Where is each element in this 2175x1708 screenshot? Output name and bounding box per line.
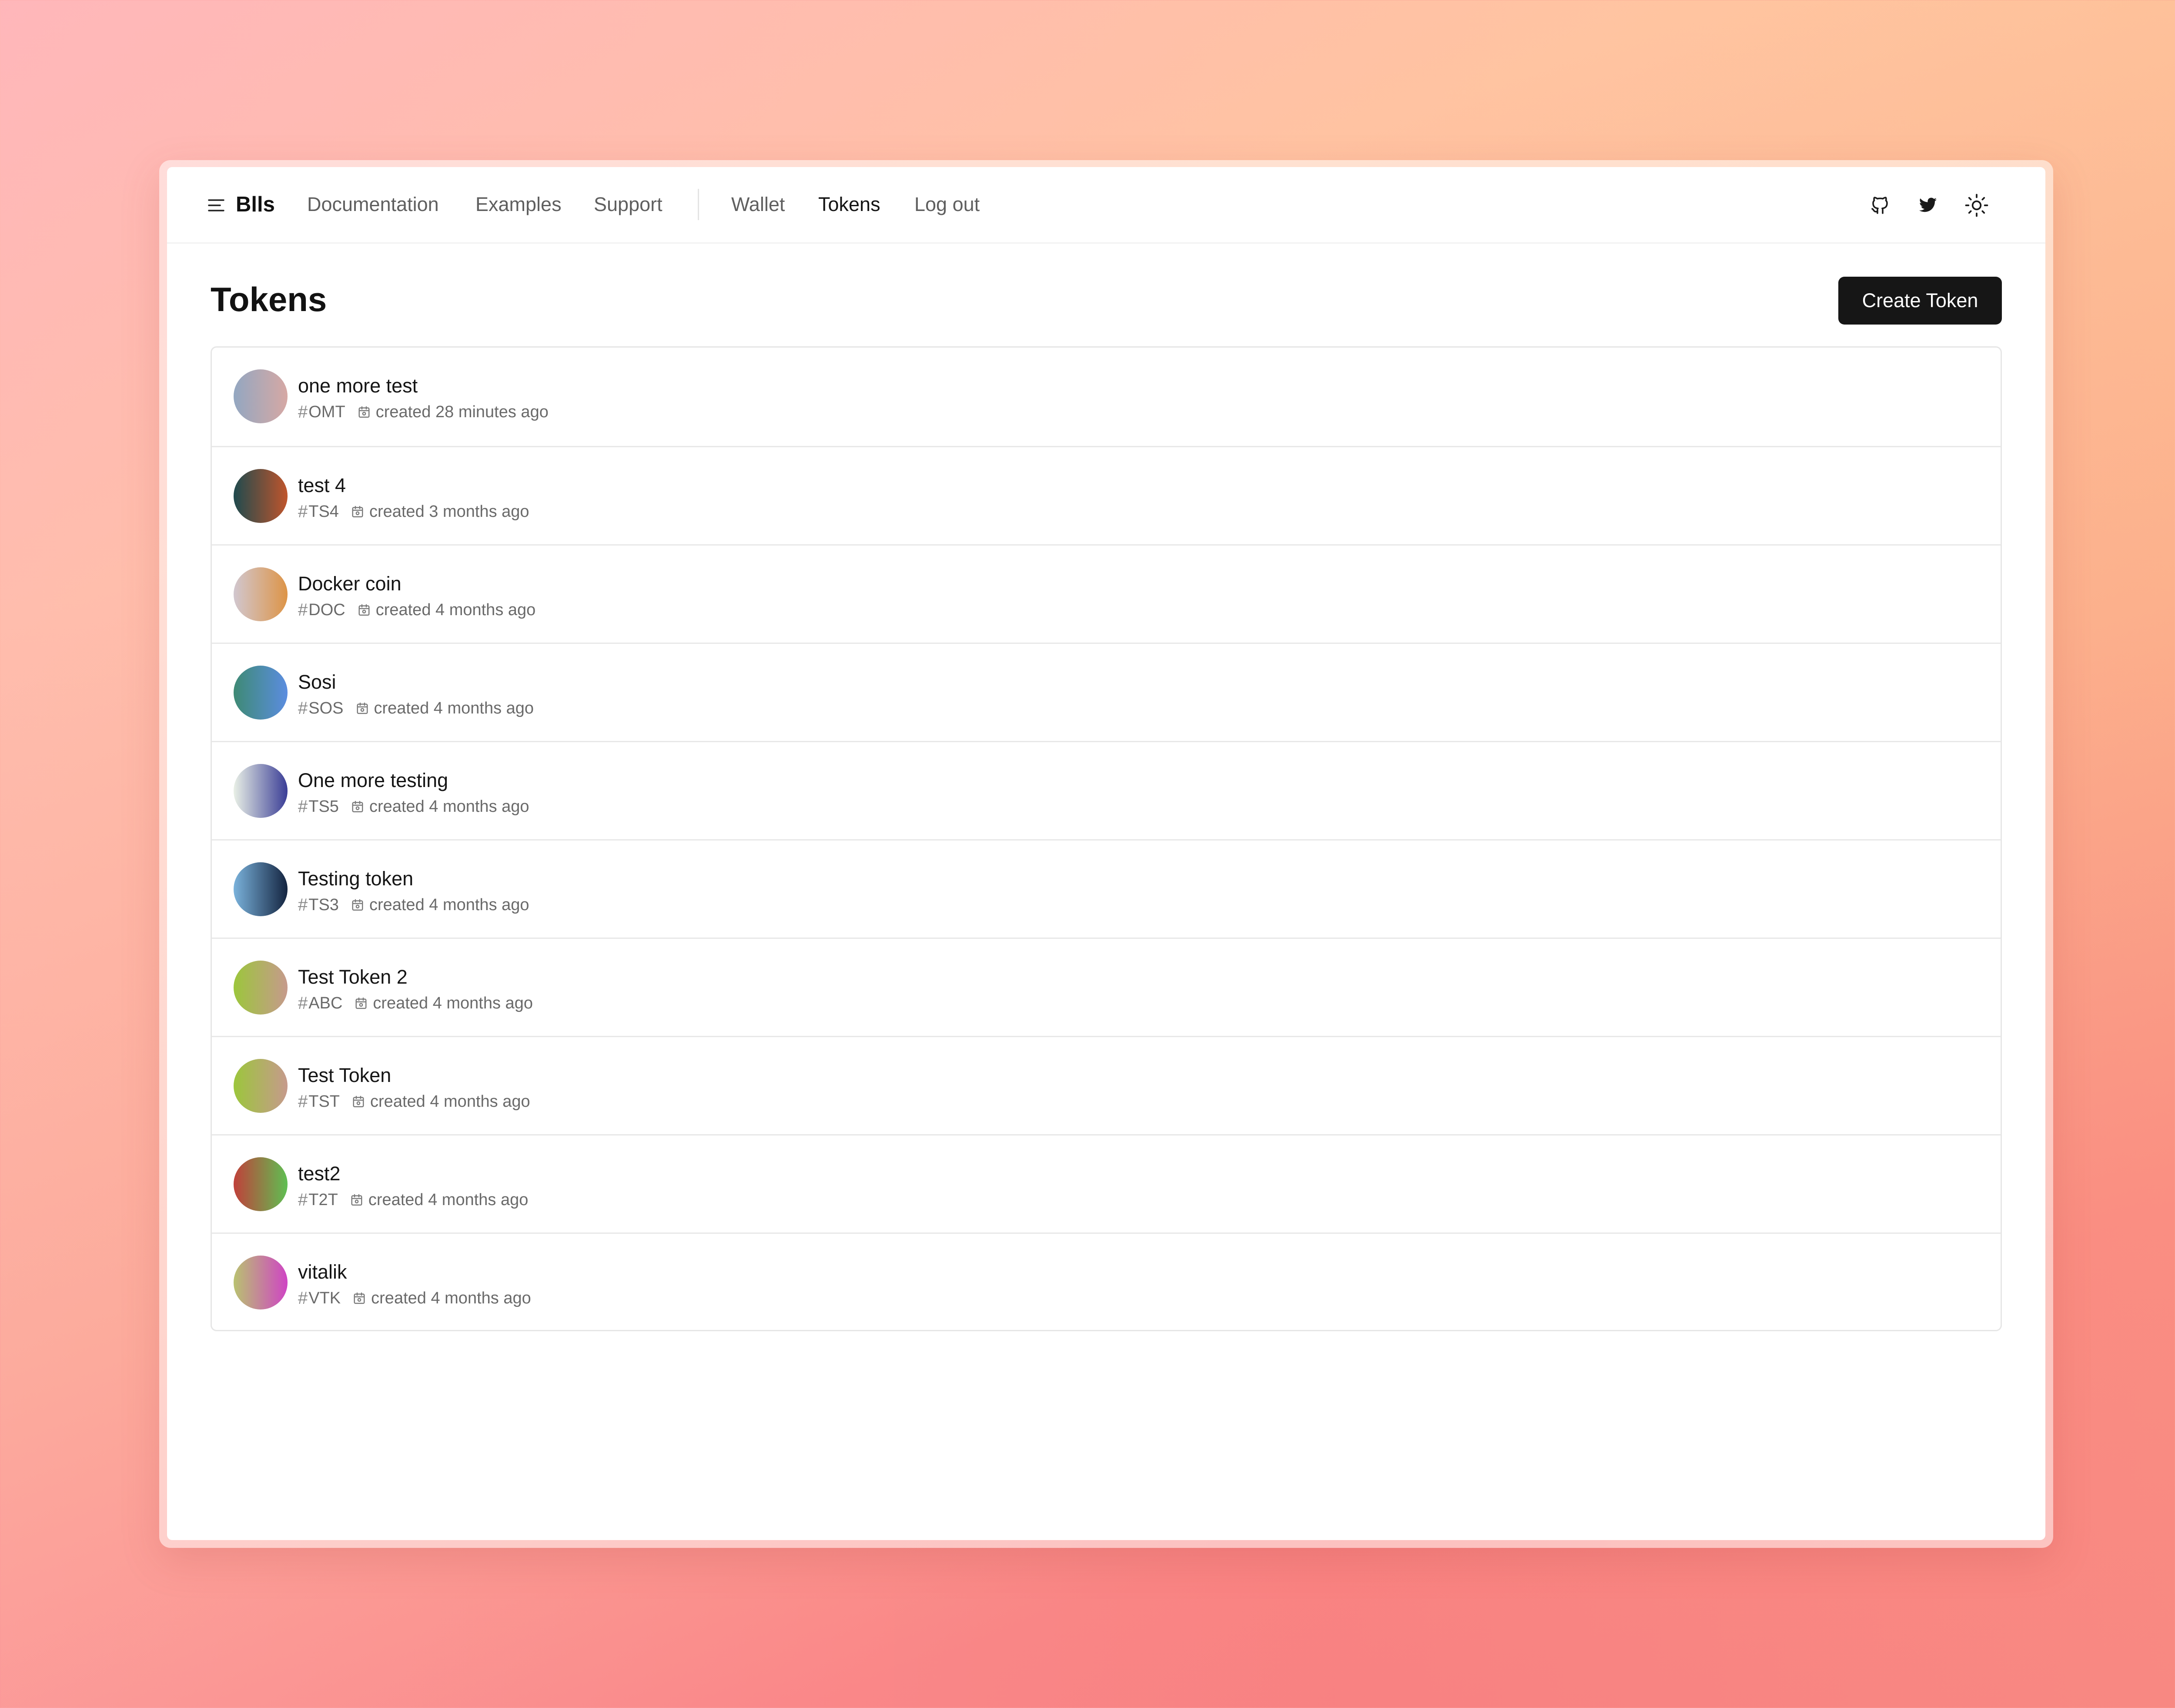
token-meta: # TST created 4 months ago (298, 1091, 530, 1112)
token-created: created 4 months ago (370, 1092, 530, 1111)
hash-icon: # (298, 402, 308, 422)
token-symbol: ABC (308, 994, 343, 1012)
token-row[interactable]: Testing token # TS3 created 4 months ago (212, 839, 2001, 938)
hash-icon: # (298, 502, 308, 521)
token-name: Test Token 2 (298, 966, 408, 988)
calendar-icon (352, 1095, 365, 1108)
token-name: Test Token (298, 1064, 392, 1086)
token-meta: # TS5 created 4 months ago (298, 796, 529, 817)
nav-log-out[interactable]: Log out (914, 191, 980, 218)
nav-examples[interactable]: Examples (475, 191, 562, 218)
token-row[interactable]: Test Token 2 # ABC created 4 months ago (212, 938, 2001, 1036)
hash-icon: # (298, 797, 308, 816)
hash-icon: # (298, 698, 308, 718)
token-avatar (234, 1256, 288, 1309)
token-symbol: TS5 (308, 797, 339, 816)
token-meta: # OMT created 28 minutes ago (298, 402, 549, 422)
token-row[interactable]: Docker coin # DOC created 4 months ago (212, 544, 2001, 643)
token-created: created 28 minutes ago (375, 402, 549, 421)
hash-icon: # (298, 1288, 308, 1308)
token-name: Sosi (298, 671, 336, 693)
token-meta: # DOC created 4 months ago (298, 599, 535, 620)
token-avatar (234, 469, 288, 523)
token-avatar (234, 764, 288, 818)
token-symbol: DOC (308, 600, 345, 619)
token-meta: # ABC created 4 months ago (298, 993, 533, 1014)
nav-divider (698, 189, 699, 220)
nav-wallet[interactable]: Wallet (731, 191, 785, 218)
nav-support[interactable]: Support (594, 191, 663, 218)
token-avatar (234, 1157, 288, 1211)
token-name: One more testing (298, 769, 448, 791)
token-created: created 4 months ago (373, 994, 533, 1012)
token-avatar (234, 666, 288, 720)
calendar-icon (351, 898, 364, 911)
token-symbol: T2T (308, 1190, 338, 1209)
token-row[interactable]: one more test # OMT created 28 minutes ago (212, 348, 2001, 446)
hash-icon: # (298, 993, 308, 1013)
calendar-icon (358, 405, 371, 419)
token-meta: # VTK created 4 months ago (298, 1288, 531, 1309)
token-created: created 4 months ago (369, 797, 529, 816)
token-avatar (234, 567, 288, 621)
token-symbol: SOS (308, 699, 344, 717)
token-row[interactable]: One more testing # TS5 created 4 months ago (212, 741, 2001, 839)
calendar-icon (351, 800, 364, 813)
token-name: test 4 (298, 474, 346, 496)
token-row[interactable]: Sosi # SOS created 4 months ago (212, 643, 2001, 741)
github-icon[interactable] (1867, 192, 1893, 218)
token-avatar (234, 369, 288, 423)
hash-icon: # (298, 1092, 308, 1111)
token-row[interactable]: Test Token # TST created 4 months ago (212, 1036, 2001, 1134)
app-window: Blls Documentation Examples Support Wall… (167, 167, 2045, 1540)
token-created: created 4 months ago (371, 1289, 531, 1307)
calendar-icon (353, 1292, 366, 1305)
menu-icon[interactable] (208, 197, 225, 214)
token-symbol: TS4 (308, 502, 339, 521)
token-created: created 4 months ago (368, 1190, 529, 1209)
token-symbol: VTK (308, 1289, 341, 1307)
hash-icon: # (298, 1190, 308, 1209)
token-created: created 4 months ago (374, 699, 534, 717)
token-created: created 3 months ago (369, 502, 529, 521)
token-avatar (234, 862, 288, 916)
token-meta: # T2T created 4 months ago (298, 1189, 528, 1210)
token-meta: # SOS created 4 months ago (298, 698, 534, 719)
token-symbol: TS3 (308, 895, 339, 914)
twitter-icon[interactable] (1915, 192, 1941, 218)
token-name: Docker coin (298, 573, 402, 595)
token-row[interactable]: vitalik # VTK created 4 months ago (212, 1232, 2001, 1330)
token-avatar (234, 961, 288, 1015)
token-avatar (234, 1059, 288, 1113)
sun-icon[interactable] (1964, 192, 1990, 218)
page-title: Tokens (211, 280, 327, 318)
brand-logo[interactable]: Blls (236, 191, 275, 218)
calendar-icon (350, 1193, 363, 1206)
token-name: vitalik (298, 1261, 347, 1283)
token-created: created 4 months ago (375, 600, 536, 619)
token-name: test2 (298, 1162, 341, 1185)
nav-documentation[interactable]: Documentation (307, 191, 439, 218)
token-name: one more test (298, 375, 418, 397)
token-meta: # TS3 created 4 months ago (298, 894, 529, 915)
calendar-icon (351, 505, 364, 518)
token-name: Testing token (298, 867, 414, 890)
token-symbol: OMT (308, 402, 345, 421)
calendar-icon (355, 997, 368, 1010)
token-row[interactable]: test2 # T2T created 4 months ago (212, 1134, 2001, 1232)
token-symbol: TST (308, 1092, 340, 1111)
nav-tokens[interactable]: Tokens (818, 191, 880, 218)
calendar-icon (358, 603, 371, 616)
token-created: created 4 months ago (369, 895, 529, 914)
token-meta: # TS4 created 3 months ago (298, 501, 529, 522)
token-row[interactable]: test 4 # TS4 created 3 months ago (212, 446, 2001, 544)
create-token-button[interactable]: Create Token (1838, 277, 2002, 325)
top-navbar: Blls Documentation Examples Support Wall… (167, 167, 2045, 244)
token-list: one more test # OMT created 28 minutes ago t… (211, 346, 2002, 1331)
hash-icon: # (298, 600, 308, 620)
calendar-icon (356, 702, 369, 715)
hash-icon: # (298, 895, 308, 914)
